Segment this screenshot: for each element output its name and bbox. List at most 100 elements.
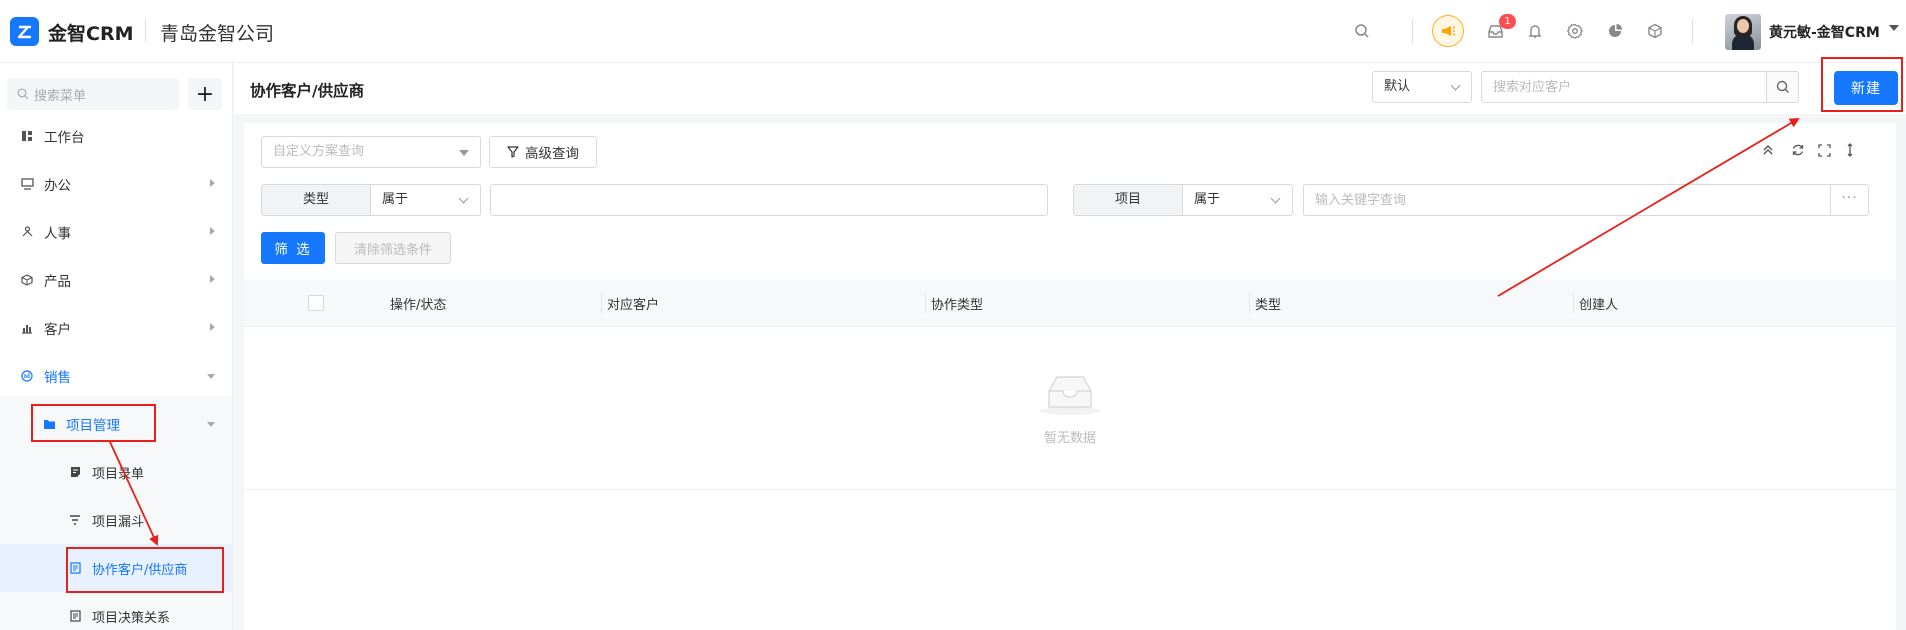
dashboard-icon xyxy=(20,129,34,143)
condition-project-input[interactable] xyxy=(1303,184,1831,216)
cube-icon[interactable] xyxy=(1645,21,1665,41)
sort-select[interactable]: 默认 xyxy=(1372,71,1472,103)
sidebar-item-label: 人事 xyxy=(44,226,71,242)
filter-button[interactable]: 筛 选 xyxy=(261,232,325,264)
add-menu-button[interactable]: + xyxy=(188,78,222,110)
org-icon xyxy=(20,225,34,239)
username[interactable]: 黄元敏-金智CRM xyxy=(1769,22,1880,42)
sidebar-item-decision-relation[interactable]: 项目决策关系 xyxy=(0,592,232,630)
doc-icon xyxy=(68,609,82,623)
collapse-icon[interactable] xyxy=(1760,142,1776,158)
chevron-down-icon xyxy=(207,374,215,379)
select-all-checkbox[interactable] xyxy=(308,295,324,311)
header-divider xyxy=(145,20,146,42)
sidebar-item-label: 工作台 xyxy=(44,130,85,146)
chevron-down-icon xyxy=(1450,80,1461,91)
search-icon xyxy=(17,88,29,100)
search-icon xyxy=(1776,80,1789,93)
sidebar-item-label: 产品 xyxy=(44,274,71,290)
filter-icon xyxy=(507,146,519,158)
search-icon[interactable] xyxy=(1352,21,1372,41)
note-icon xyxy=(68,465,82,479)
announcement-icon[interactable] xyxy=(1432,15,1464,47)
sidebar-item-sales[interactable]: 销售 xyxy=(0,352,232,400)
header-divider xyxy=(1412,18,1413,44)
sidebar-item-workbench[interactable]: 工作台 xyxy=(0,112,232,160)
menu-search-placeholder: 搜索菜单 xyxy=(34,88,87,104)
doc-icon xyxy=(68,561,82,575)
box-icon xyxy=(20,273,34,287)
plan-query-placeholder: 自定义方案查询 xyxy=(273,144,365,159)
empty-state: 暂无数据 xyxy=(244,327,1896,490)
menu-search-input[interactable]: 搜索菜单 xyxy=(7,78,179,110)
sidebar-item-customer[interactable]: 客户 xyxy=(0,304,232,352)
monitor-icon xyxy=(20,177,34,191)
sidebar: 搜索菜单 + 工作台 办公 人事 产品 客户 销售 项目管理 项目录单 项目漏斗… xyxy=(0,63,233,630)
sidebar-item-label: 项目漏斗 xyxy=(92,514,145,530)
sidebar-item-hr[interactable]: 人事 xyxy=(0,208,232,256)
clear-filter-button[interactable]: 清除筛选条件 xyxy=(335,232,451,264)
column-divider xyxy=(601,293,602,313)
customer-search-input[interactable] xyxy=(1481,71,1767,103)
column-header: 创建人 xyxy=(1579,298,1619,313)
sort-select-value: 默认 xyxy=(1384,79,1411,94)
empty-text: 暂无数据 xyxy=(1043,431,1096,446)
condition-type-operator[interactable]: 属于 xyxy=(371,184,481,216)
chevron-down-icon xyxy=(1270,193,1281,204)
sidebar-item-office[interactable]: 办公 xyxy=(0,160,232,208)
column-header: 操作/状态 xyxy=(390,298,447,313)
sidebar-item-label: 办公 xyxy=(44,178,71,194)
gear-icon[interactable] xyxy=(1565,21,1585,41)
pie-chart-icon[interactable] xyxy=(1605,21,1625,41)
sidebar-item-label: 项目决策关系 xyxy=(92,610,171,626)
notification-badge: 1 xyxy=(1499,14,1516,29)
column-header: 协作类型 xyxy=(931,298,984,313)
caret-down-icon xyxy=(459,150,469,156)
search-button[interactable] xyxy=(1767,71,1799,103)
column-divider xyxy=(1249,293,1250,313)
advanced-query-button[interactable]: 高级查询 xyxy=(489,136,597,168)
page-title-bar: 协作客户/供应商 默认 新建 xyxy=(234,63,1906,114)
bell-icon[interactable] xyxy=(1525,21,1545,41)
condition-type-input[interactable] xyxy=(490,184,1048,216)
logo-text: 金智CRM xyxy=(48,23,134,45)
sidebar-item-label: 项目管理 xyxy=(66,418,120,434)
new-button[interactable]: 新建 xyxy=(1834,71,1898,105)
logo-icon xyxy=(10,17,39,46)
chart-bar-icon xyxy=(20,321,34,335)
sidebar-item-label: 项目录单 xyxy=(92,466,145,482)
chevron-down-icon xyxy=(458,193,469,204)
empty-inbox-icon xyxy=(1037,371,1103,421)
condition-project-operator[interactable]: 属于 xyxy=(1183,184,1293,216)
fullscreen-icon[interactable] xyxy=(1816,142,1832,158)
top-header: 金智CRM 青岛金智公司 1 黄元敏-金智CRM xyxy=(0,0,1906,63)
chevron-down-icon[interactable] xyxy=(1889,25,1899,31)
chevron-right-icon xyxy=(210,227,215,235)
column-header: 类型 xyxy=(1255,298,1282,313)
sidebar-item-project-management[interactable]: 项目管理 xyxy=(0,400,232,448)
avatar[interactable] xyxy=(1725,14,1761,50)
sidebar-item-product[interactable]: 产品 xyxy=(0,256,232,304)
sidebar-item-project-funnel[interactable]: 项目漏斗 xyxy=(0,496,232,544)
operator-value: 属于 xyxy=(1194,192,1221,207)
column-divider xyxy=(1573,293,1574,313)
header-divider xyxy=(1692,18,1693,44)
chevron-right-icon xyxy=(210,179,215,187)
chevron-right-icon xyxy=(210,323,215,331)
table-header: 操作/状态 对应客户 协作类型 类型 创建人 xyxy=(244,280,1896,327)
column-header: 对应客户 xyxy=(607,298,660,313)
page-title: 协作客户/供应商 xyxy=(250,82,365,100)
sidebar-item-label: 销售 xyxy=(44,370,71,386)
sidebar-item-project-list[interactable]: 项目录单 xyxy=(0,448,232,496)
condition-project-label: 项目 xyxy=(1073,184,1183,216)
operator-value: 属于 xyxy=(382,192,409,207)
column-height-icon[interactable] xyxy=(1842,142,1858,158)
company-name[interactable]: 青岛金智公司 xyxy=(160,19,274,46)
more-options-button[interactable]: ··· xyxy=(1831,184,1869,216)
sidebar-item-partner-supplier[interactable]: 协作客户/供应商 xyxy=(0,544,232,592)
plan-query-select[interactable]: 自定义方案查询 xyxy=(261,136,481,168)
column-divider xyxy=(925,293,926,313)
sidebar-item-label: 客户 xyxy=(44,322,71,338)
refresh-icon[interactable] xyxy=(1790,142,1806,158)
chevron-down-icon xyxy=(207,422,215,427)
